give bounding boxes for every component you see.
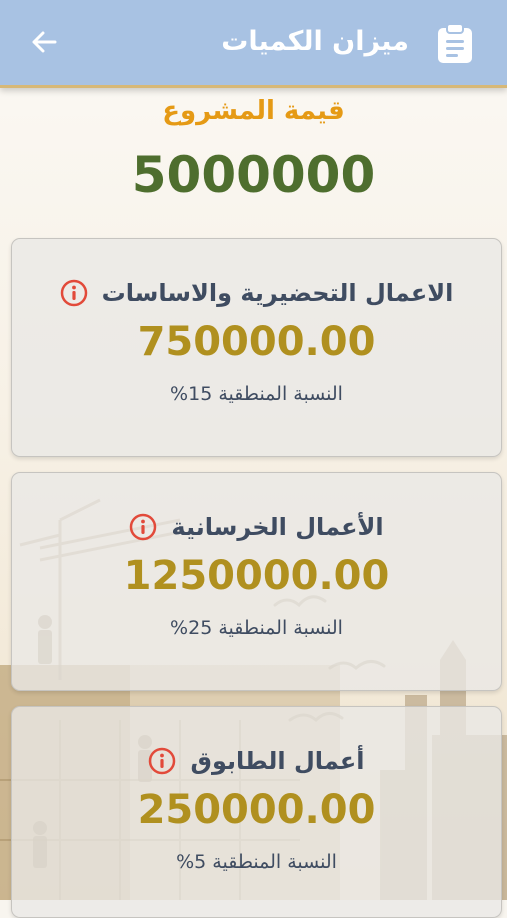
card-ratio: النسبة المنطقية 15% <box>170 383 343 405</box>
card-header: الأعمال الخرسانية <box>12 507 501 547</box>
back-button[interactable] <box>24 22 64 62</box>
page-title: ميزان الكميات <box>221 26 409 57</box>
app-bar: ميزان الكميات <box>0 0 507 88</box>
info-icon[interactable] <box>148 747 176 775</box>
card-amount: 750000.00 <box>137 319 376 365</box>
card-header: الاعمال التحضيرية والاساسات <box>12 273 501 313</box>
card-amount: 250000.00 <box>137 787 376 833</box>
card-ratio: النسبة المنطقية 25% <box>170 617 343 639</box>
card-title: الاعمال التحضيرية والاساسات <box>101 279 454 307</box>
quantity-card-brickwork[interactable]: أعمال الطابوق 250000.00 النسبة المنطقية … <box>11 706 502 918</box>
card-title: الأعمال الخرسانية <box>171 513 384 541</box>
project-value-label: قيمة المشروع <box>162 96 345 126</box>
info-icon[interactable] <box>60 279 88 307</box>
quantity-card-concrete[interactable]: الأعمال الخرسانية 1250000.00 النسبة المن… <box>11 472 502 691</box>
card-title: أعمال الطابوق <box>190 747 365 775</box>
clipboard-icon <box>438 23 472 63</box>
info-icon[interactable] <box>129 513 157 541</box>
card-amount: 1250000.00 <box>123 553 390 599</box>
card-ratio: النسبة المنطقية 5% <box>176 851 337 873</box>
arrow-left-icon <box>32 31 57 53</box>
quantity-card-preparatory[interactable]: الاعمال التحضيرية والاساسات 750000.00 ال… <box>11 238 502 457</box>
project-value: 5000000 <box>131 146 376 204</box>
card-header: أعمال الطابوق <box>12 741 501 781</box>
